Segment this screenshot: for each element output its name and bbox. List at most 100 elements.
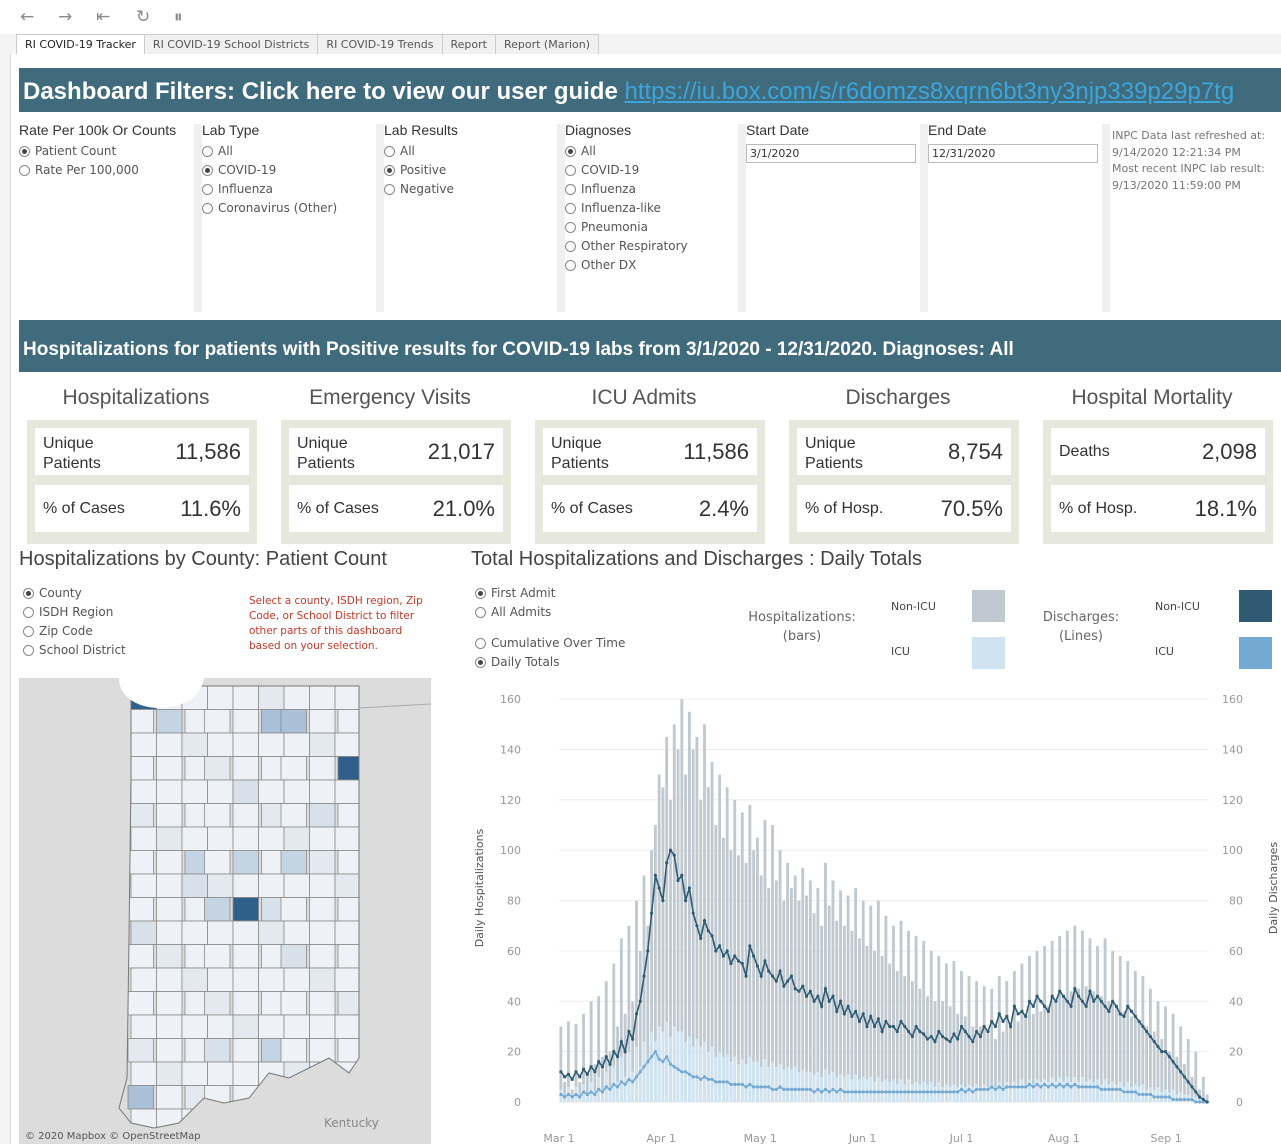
bar-icu[interactable] (854, 1074, 858, 1102)
bar-icu[interactable] (789, 1069, 793, 1102)
bar-non-icu[interactable] (888, 963, 892, 1102)
bar-icu[interactable] (786, 1066, 790, 1102)
bar-icu[interactable] (661, 1031, 665, 1102)
point-icu[interactable] (823, 1087, 828, 1092)
bar-icu[interactable] (835, 1076, 839, 1102)
bar-non-icu[interactable] (975, 981, 979, 1102)
back-arrow-icon[interactable]: ← (20, 8, 34, 26)
bar-icu[interactable] (729, 1061, 733, 1102)
county-region[interactable] (156, 779, 183, 804)
point-icu[interactable] (929, 1090, 933, 1094)
county-region[interactable] (181, 920, 208, 945)
point-icu[interactable] (880, 1090, 884, 1094)
point-non-icu[interactable] (740, 961, 744, 966)
county-region[interactable] (334, 1014, 361, 1039)
county-region[interactable] (309, 991, 336, 1016)
county-region[interactable] (130, 826, 157, 851)
bar-non-icu[interactable] (1088, 938, 1092, 1102)
point-icu[interactable] (820, 1090, 824, 1094)
bar-non-icu[interactable] (1118, 955, 1122, 1102)
point-icu[interactable] (623, 1082, 627, 1086)
point-icu[interactable] (649, 1055, 654, 1059)
county-region[interactable] (232, 850, 259, 875)
county-region[interactable] (283, 732, 310, 757)
point-icu[interactable] (1058, 1082, 1062, 1086)
bar-icu[interactable] (797, 1071, 801, 1102)
point-icu[interactable] (714, 1080, 718, 1084)
point-non-icu[interactable] (835, 1009, 839, 1013)
point-icu[interactable] (922, 1090, 926, 1094)
county-region[interactable] (309, 685, 336, 710)
point-non-icu[interactable] (744, 974, 748, 978)
county-region[interactable] (334, 873, 361, 898)
point-non-icu[interactable] (816, 994, 820, 998)
point-icu[interactable] (842, 1090, 846, 1094)
point-icu[interactable] (653, 1050, 657, 1054)
point-icu[interactable] (1039, 1085, 1043, 1089)
point-non-icu[interactable] (937, 1029, 941, 1034)
point-non-icu[interactable] (559, 1070, 563, 1074)
point-icu[interactable] (1133, 1090, 1137, 1094)
point-icu[interactable] (861, 1090, 865, 1094)
bar-icu[interactable] (650, 1031, 654, 1102)
point-non-icu[interactable] (593, 1070, 597, 1074)
bar-icu[interactable] (941, 1086, 944, 1102)
tab-trends[interactable]: RI COVID-19 Trends (317, 34, 443, 54)
point-non-icu[interactable] (793, 987, 797, 991)
point-icu[interactable] (1099, 1087, 1103, 1092)
point-non-icu[interactable] (1179, 1070, 1183, 1074)
bar-icu[interactable] (642, 1041, 646, 1102)
radio-cumulative-over-time[interactable]: Cumulative Over Time (475, 634, 625, 653)
radio-circle-icon[interactable] (202, 146, 213, 157)
point-non-icu[interactable] (1001, 1019, 1005, 1024)
point-non-icu[interactable] (619, 1039, 623, 1044)
point-icu[interactable] (816, 1087, 820, 1092)
bar-non-icu[interactable] (952, 961, 956, 1102)
bar-non-icu[interactable] (827, 905, 831, 1102)
bar-icu[interactable] (782, 1069, 786, 1102)
point-non-icu[interactable] (952, 1032, 956, 1036)
county-region[interactable] (232, 873, 259, 898)
bar-icu[interactable] (755, 1061, 759, 1102)
point-non-icu[interactable] (963, 1029, 967, 1034)
point-icu[interactable] (793, 1087, 797, 1092)
bar-icu[interactable] (1062, 1081, 1065, 1102)
revert-all-icon[interactable]: ⇤ (96, 8, 110, 26)
county-region[interactable] (232, 1085, 259, 1110)
county-region[interactable] (309, 779, 336, 804)
county-region[interactable] (232, 732, 259, 757)
point-non-icu[interactable] (922, 1032, 926, 1036)
county-region[interactable] (204, 897, 231, 922)
bar-icu[interactable] (1012, 1081, 1016, 1102)
radio-circle-icon[interactable] (19, 146, 30, 157)
bar-non-icu[interactable] (824, 862, 827, 1102)
point-icu[interactable] (884, 1090, 888, 1094)
point-non-icu[interactable] (967, 1034, 971, 1039)
county-region[interactable] (156, 920, 183, 945)
county-region[interactable] (280, 709, 307, 734)
point-non-icu[interactable] (1145, 1029, 1149, 1034)
bar-icu[interactable] (967, 1084, 971, 1102)
bar-icu[interactable] (1118, 1081, 1122, 1102)
point-non-icu[interactable] (574, 1070, 578, 1074)
county-region[interactable] (309, 873, 336, 898)
point-non-icu[interactable] (1054, 999, 1058, 1003)
point-non-icu[interactable] (657, 886, 661, 890)
point-icu[interactable] (581, 1090, 586, 1094)
point-non-icu[interactable] (770, 974, 775, 978)
point-non-icu[interactable] (838, 999, 843, 1003)
point-non-icu[interactable] (842, 1012, 846, 1016)
point-icu[interactable] (748, 1082, 752, 1086)
bar-icu[interactable] (748, 1056, 752, 1102)
county-region[interactable] (283, 1014, 310, 1039)
bar-icu[interactable] (1088, 1079, 1092, 1102)
bar-icu[interactable] (619, 1056, 623, 1102)
point-icu[interactable] (721, 1080, 725, 1084)
point-non-icu[interactable] (1088, 989, 1092, 993)
bar-non-icu[interactable] (892, 925, 895, 1102)
bar-icu[interactable] (1069, 1081, 1073, 1102)
county-region[interactable] (181, 1108, 208, 1133)
bar-non-icu[interactable] (876, 900, 880, 1102)
point-non-icu[interactable] (1043, 1004, 1047, 1008)
point-icu[interactable] (1020, 1085, 1024, 1089)
